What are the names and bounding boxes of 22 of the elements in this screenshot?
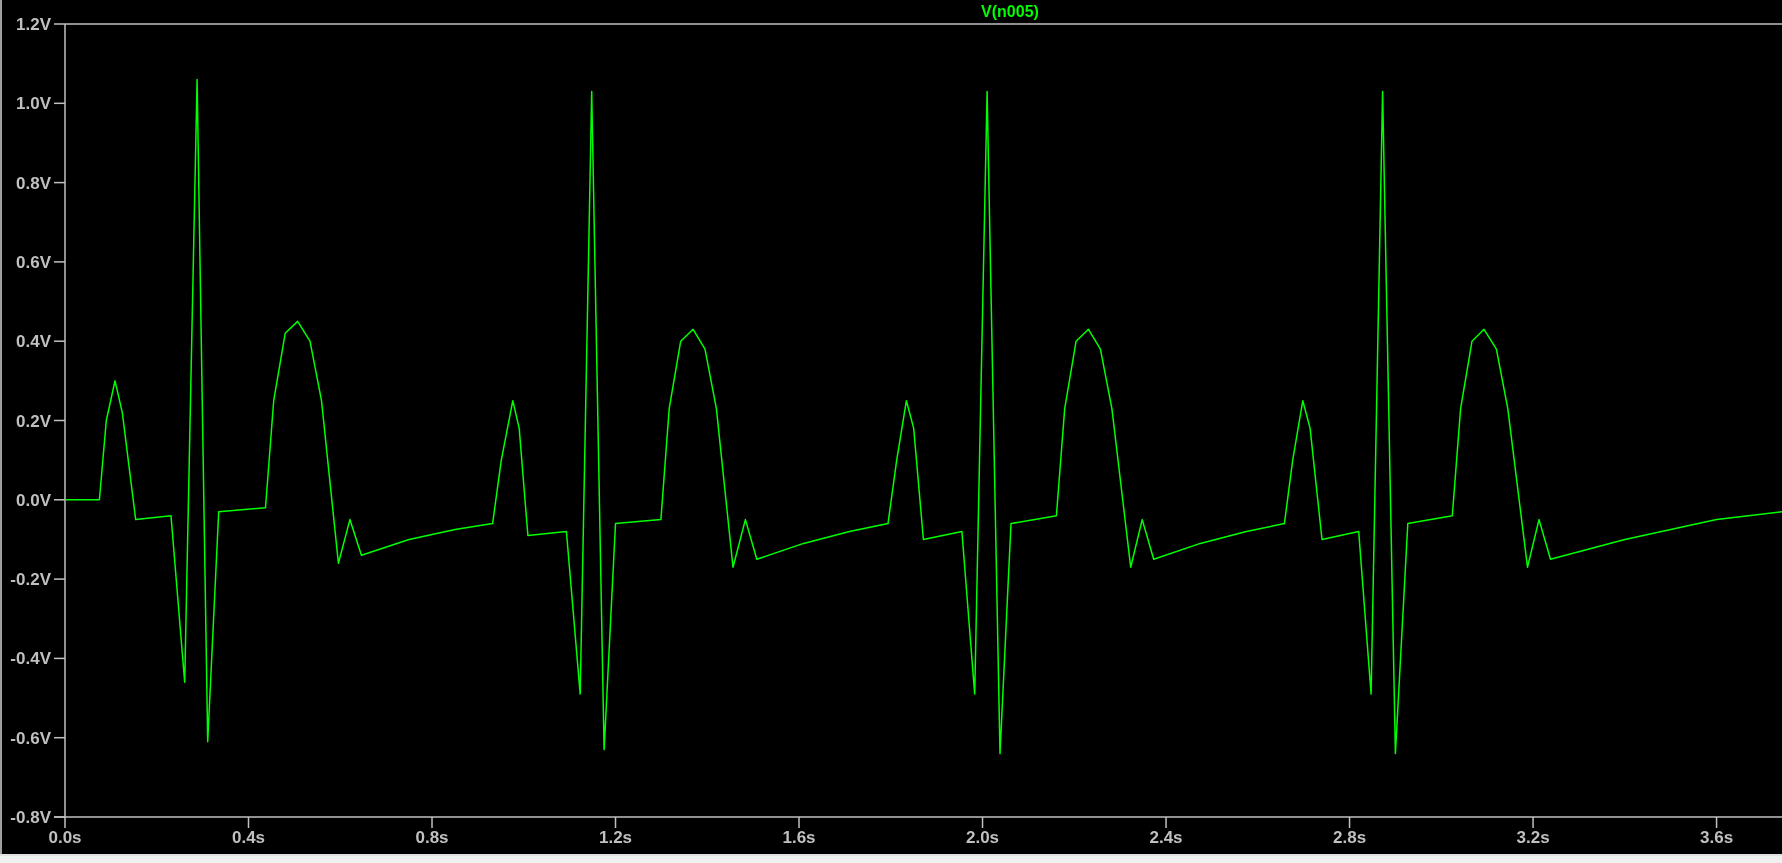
x-tick-label: 3.6s: [1700, 828, 1734, 847]
y-tick-label: 0.2V: [16, 411, 51, 431]
y-tick-label: -0.4V: [10, 649, 51, 669]
x-tick-label: 0.0s: [48, 828, 82, 847]
trace-label: V(n005): [981, 3, 1039, 20]
x-tick-label: 1.2s: [598, 828, 633, 847]
y-tick-label: 0.4V: [16, 332, 51, 352]
y-tick-label: 1.2V: [16, 15, 51, 34]
y-tick-label: 0.0V: [16, 490, 51, 510]
x-tick-label: 0.8s: [415, 828, 449, 847]
y-tick-label: -0.2V: [10, 570, 51, 590]
x-tick-label: 0.4s: [231, 828, 266, 847]
y-tick-label: 0.8V: [16, 173, 51, 193]
x-tick-label: 2.8s: [1333, 828, 1367, 847]
y-tick-label: -0.6V: [10, 728, 51, 748]
y-tick-label: 0.6V: [16, 252, 51, 272]
x-tick-label: 2.4s: [1149, 828, 1183, 847]
y-tick-label: -0.8V: [10, 808, 51, 827]
x-tick-label: 2.0s: [966, 828, 1000, 847]
x-tick-label: 1.6s: [782, 828, 816, 847]
x-tick-label: 3.2s: [1516, 828, 1550, 847]
y-tick-label: 1.0V: [16, 94, 51, 114]
